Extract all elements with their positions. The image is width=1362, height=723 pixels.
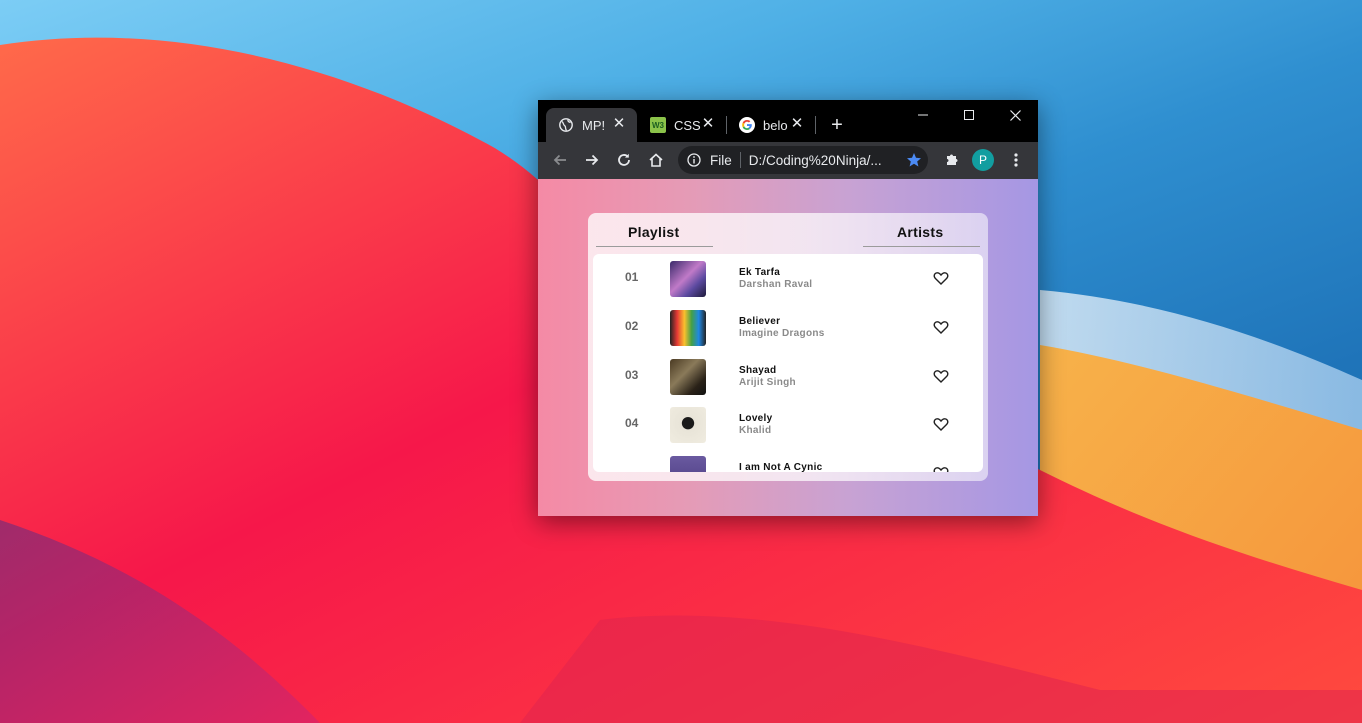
heart-icon[interactable] <box>933 319 949 335</box>
tab-playlist[interactable]: Playlist <box>628 224 679 240</box>
extensions-button[interactable] <box>940 148 964 172</box>
track-number: 01 <box>625 270 639 284</box>
album-art <box>670 407 706 443</box>
album-art <box>670 359 706 395</box>
tab-separator <box>815 116 816 134</box>
album-art <box>670 456 706 472</box>
track-list: 01 Ek Tarfa Darshan Raval 02 Believer Im… <box>593 254 983 472</box>
puzzle-icon <box>947 154 958 165</box>
close-tab-icon[interactable]: ✕ <box>611 116 627 132</box>
home-icon <box>649 153 663 167</box>
track-number: 02 <box>625 319 639 333</box>
home-button[interactable] <box>644 148 668 172</box>
maximize-icon <box>964 110 974 120</box>
heart-icon[interactable] <box>933 416 949 432</box>
reload-button[interactable] <box>612 148 636 172</box>
track-row[interactable]: I am Not A Cynic <box>593 449 983 472</box>
menu-button[interactable] <box>1004 148 1028 172</box>
heart-icon[interactable] <box>933 465 949 472</box>
profile-avatar[interactable]: P <box>972 149 994 171</box>
track-number: 04 <box>625 416 639 430</box>
track-row[interactable]: 04 Lovely Khalid <box>593 400 983 448</box>
maximize-button[interactable] <box>946 100 992 130</box>
heart-icon[interactable] <box>933 270 949 286</box>
more-vertical-icon <box>1014 153 1018 167</box>
google-icon <box>739 117 755 133</box>
album-art <box>670 310 706 346</box>
reload-icon <box>618 153 630 166</box>
tab-title: MP! <box>582 117 606 133</box>
track-title: Believer <box>739 316 781 327</box>
track-number: 03 <box>625 368 639 382</box>
track-row[interactable]: 02 Believer Imagine Dragons <box>593 303 983 351</box>
new-tab-button[interactable]: + <box>826 114 848 136</box>
track-title: Ek Tarfa <box>739 267 781 278</box>
tab-artists[interactable]: Artists <box>897 224 943 240</box>
css-site-icon: W3 <box>650 117 666 133</box>
globe-icon <box>558 117 574 133</box>
protocol-label: File <box>710 152 732 168</box>
playlist-underline <box>596 246 713 247</box>
music-card: Playlist Artists 01 Ek Tarfa Darshan Rav… <box>588 213 988 481</box>
track-artist: Arijit Singh <box>739 377 796 388</box>
close-tab-icon[interactable]: ✕ <box>700 116 716 132</box>
back-button[interactable] <box>548 148 572 172</box>
track-artist: Imagine Dragons <box>739 328 825 339</box>
bookmark-star-icon[interactable] <box>906 152 922 168</box>
track-title: Lovely <box>739 413 773 424</box>
address-url[interactable]: D:/Coding%20Ninja/... <box>749 153 891 168</box>
arrow-right-icon <box>586 154 599 166</box>
info-icon[interactable] <box>686 152 702 168</box>
address-separator <box>739 152 741 168</box>
forward-button[interactable] <box>580 148 604 172</box>
close-icon <box>1009 109 1021 121</box>
track-artist: Darshan Raval <box>739 279 813 290</box>
track-artist: Khalid <box>739 425 772 436</box>
track-row[interactable]: 03 Shayad Arijit Singh <box>593 352 983 400</box>
track-title: Shayad <box>739 365 777 376</box>
close-window-button[interactable] <box>992 100 1038 130</box>
tab-css[interactable]: W3 CSS ✕ <box>638 108 726 142</box>
browser-titlebar: MP! ✕ W3 CSS ✕ belo ✕ + <box>538 100 1038 142</box>
artists-underline <box>863 246 980 247</box>
track-title: I am Not A Cynic <box>739 462 823 472</box>
close-tab-icon[interactable]: ✕ <box>789 116 805 132</box>
tab-google[interactable]: belo ✕ <box>727 108 815 142</box>
album-art <box>670 261 706 297</box>
browser-window: MP! ✕ W3 CSS ✕ belo ✕ + File D:/Coding%2… <box>538 100 1038 516</box>
address-bar[interactable]: File D:/Coding%20Ninja/... <box>678 146 928 174</box>
minimize-icon <box>918 114 928 116</box>
track-row[interactable]: 01 Ek Tarfa Darshan Raval <box>593 254 983 302</box>
page-viewport: Playlist Artists 01 Ek Tarfa Darshan Rav… <box>538 179 1038 516</box>
minimize-button[interactable] <box>900 100 946 130</box>
heart-icon[interactable] <box>933 368 949 384</box>
browser-toolbar: File D:/Coding%20Ninja/... P <box>538 142 1038 179</box>
arrow-left-icon <box>553 154 566 166</box>
tab-mp[interactable]: MP! ✕ <box>546 108 637 142</box>
